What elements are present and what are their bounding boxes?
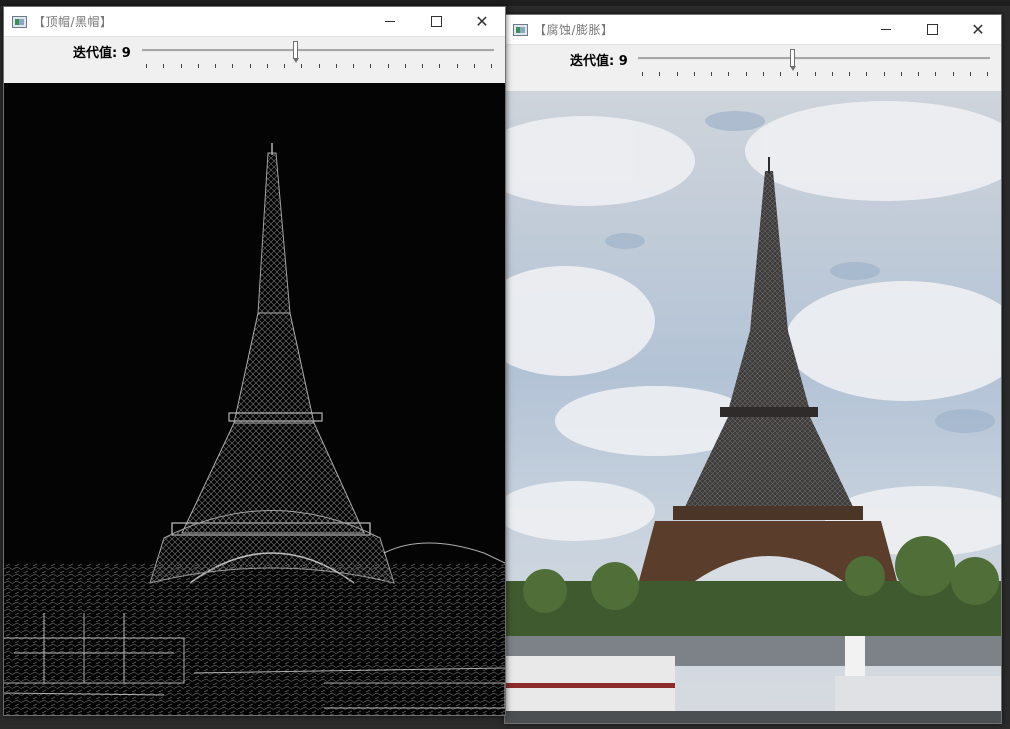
trackbar-tick (146, 64, 147, 68)
close-icon: ✕ (971, 20, 985, 39)
caption-buttons: ✕ (863, 15, 1001, 44)
trackbar-tick (163, 64, 165, 68)
trackbar-tick (266, 64, 268, 68)
tophat-edge-image (4, 83, 505, 715)
trackbar-tick (711, 72, 712, 76)
trackbar-tick (952, 72, 954, 76)
trackbar-tick (197, 64, 199, 68)
trackbar-tick (659, 72, 661, 76)
tophat-blackhat-window[interactable]: 【顶帽/黑帽】 ✕ 迭代值: 9 (3, 6, 506, 716)
trackbar-label: 迭代值: 9 (73, 46, 131, 61)
close-icon: ✕ (475, 12, 489, 31)
trackbar-tick (301, 64, 303, 68)
trackbar-ticks (642, 72, 988, 77)
trackbar-tick (180, 64, 182, 68)
trackbar-tick (491, 64, 492, 68)
trackbar-tick (866, 72, 868, 76)
trackbar-tick (456, 64, 458, 68)
trackbar-tick (387, 64, 389, 68)
trackbar-tick (335, 64, 337, 68)
trackbar-tick (969, 72, 971, 76)
trackbar-tick (404, 64, 406, 68)
trackbar-tick (849, 72, 850, 76)
trackbar-ticks (146, 64, 492, 69)
trackbar-tick (745, 72, 747, 76)
trackbar-label: 迭代值: 9 (570, 54, 628, 69)
trackbar-thumb[interactable] (293, 41, 299, 63)
trackbar-tick (780, 72, 781, 76)
eiffel-tower-photo (505, 91, 1001, 723)
window-title: 【腐蚀/膨胀】 (534, 23, 614, 37)
trackbar-thumb[interactable] (790, 49, 796, 71)
trackbar-panel: 迭代值: 9 (4, 36, 505, 84)
trackbar-tick (284, 64, 285, 68)
trackbar-tick (249, 64, 251, 68)
tophat-result-image (4, 83, 505, 715)
maximize-button[interactable] (909, 15, 955, 44)
trackbar-tick (900, 72, 902, 76)
minimize-button[interactable] (863, 15, 909, 44)
trackbar-tick (473, 64, 475, 68)
app-window-icon (12, 15, 27, 28)
trackbar-tick (693, 72, 695, 76)
maximize-button[interactable] (413, 7, 459, 36)
window-title: 【顶帽/黑帽】 (33, 15, 113, 29)
trackbar-tick (935, 72, 937, 76)
app-window-icon (513, 23, 528, 36)
erode-dilate-result-image (505, 91, 1001, 723)
trackbar-tick (318, 64, 320, 68)
trackbar-track[interactable] (638, 57, 990, 60)
trackbar-tick (797, 72, 799, 76)
title-bar[interactable]: 【顶帽/黑帽】 ✕ (4, 7, 505, 36)
trackbar-tick (728, 72, 730, 76)
trackbar-tick (353, 64, 354, 68)
trackbar-tick (215, 64, 216, 68)
trackbar-tick (987, 72, 988, 76)
trackbar-tick (762, 72, 764, 76)
trackbar-tick (232, 64, 234, 68)
trackbar-tick (918, 72, 919, 76)
trackbar-track[interactable] (142, 49, 494, 52)
minimize-button[interactable] (367, 7, 413, 36)
trackbar-tick (439, 64, 441, 68)
trackbar-panel: 迭代值: 9 (505, 44, 1001, 92)
trackbar-tick (422, 64, 423, 68)
erode-dilate-window[interactable]: 【腐蚀/膨胀】 ✕ 迭代值: 9 (504, 14, 1002, 724)
title-bar[interactable]: 【腐蚀/膨胀】 ✕ (505, 15, 1001, 44)
trackbar-tick (642, 72, 643, 76)
trackbar-tick (814, 72, 816, 76)
close-button[interactable]: ✕ (459, 7, 505, 36)
close-button[interactable]: ✕ (955, 15, 1001, 44)
trackbar-tick (883, 72, 885, 76)
caption-buttons: ✕ (367, 7, 505, 36)
trackbar-tick (676, 72, 678, 76)
trackbar-tick (831, 72, 833, 76)
trackbar-tick (370, 64, 372, 68)
